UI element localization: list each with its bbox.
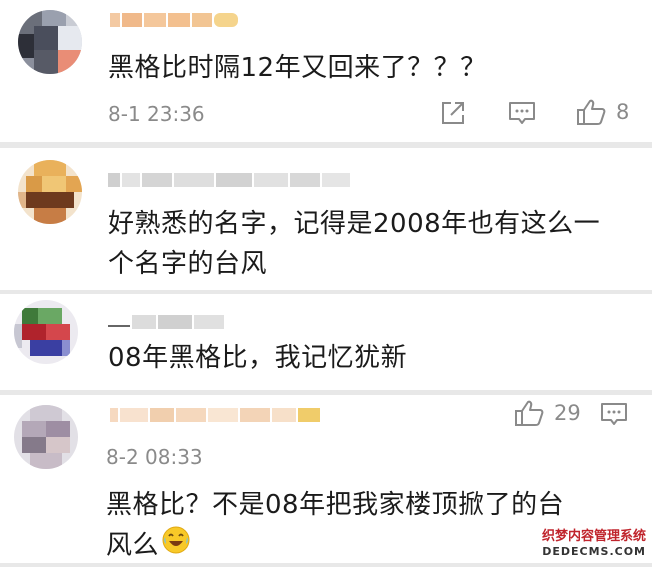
share-button[interactable] <box>440 100 466 126</box>
username-blurred[interactable] <box>108 310 224 334</box>
avatar[interactable] <box>18 10 82 74</box>
comment-text-line: 好熟悉的名字，记得是2008年也有这么一 <box>108 209 601 239</box>
watermark: 织梦内容管理系统 DEDECMS.COM <box>542 529 646 559</box>
username-blurred[interactable] <box>110 403 320 427</box>
like-count: 29 <box>554 401 581 425</box>
comment-card: 08年黑格比，我记忆犹新 <box>0 294 652 390</box>
avatar[interactable] <box>18 160 82 224</box>
comment-text-line: 黑格比？不是08年把我家楼顶掀了的台 <box>106 490 565 520</box>
like-button[interactable]: 29 <box>514 399 581 427</box>
comment-card: 黑格比时隔12年又回来了？？？ 8-1 23:36 8 <box>0 0 652 142</box>
comment-time: 8-2 08:33 <box>106 445 203 469</box>
like-icon <box>515 400 544 426</box>
comment-text: 黑格比时隔12年又回来了？？？ <box>108 53 487 83</box>
like-button[interactable]: 8 <box>576 98 629 126</box>
comment-text-end: 风么 <box>106 530 160 561</box>
share-icon <box>442 102 464 124</box>
comment-text: 08年黑格比，我记忆犹新 <box>108 343 408 373</box>
username-blurred[interactable] <box>110 8 238 32</box>
username-blurred[interactable] <box>108 168 350 192</box>
watermark-line2: DEDECMS.COM <box>542 545 646 558</box>
watermark-line1: 织梦内容管理系统 <box>541 529 646 544</box>
like-icon <box>577 99 606 125</box>
comment-button[interactable] <box>600 401 628 427</box>
comment-text: 好熟悉的名字，记得是2008年也有这么一 个名字的台风 <box>108 204 638 284</box>
comment-card: 29 8-2 08:33 黑格比？不是08年把我家楼顶掀了的台 风么 织梦内容管… <box>0 395 652 563</box>
comment-icon <box>509 102 535 124</box>
comment-time: 8-1 23:36 <box>108 102 205 126</box>
comment-button[interactable] <box>508 100 536 126</box>
comment-text-line: 个名字的台风 <box>108 249 268 279</box>
like-count: 8 <box>616 100 630 124</box>
avatar[interactable] <box>14 300 78 364</box>
comment-card: 好熟悉的名字，记得是2008年也有这么一 个名字的台风 <box>0 148 652 290</box>
avatar[interactable] <box>14 405 78 469</box>
comment-icon <box>601 403 627 425</box>
laughing-crying-emoji-icon <box>161 525 191 567</box>
